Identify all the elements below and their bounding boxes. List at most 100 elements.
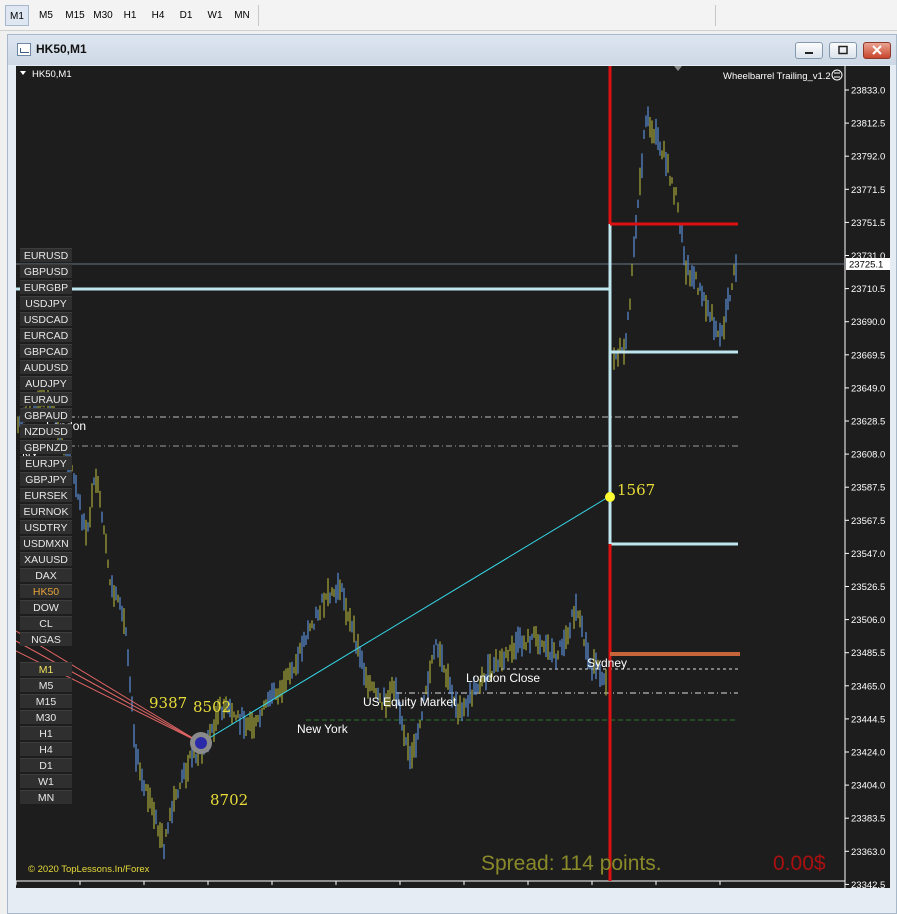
symbol-button-nzdusd[interactable]: NZDUSD <box>20 424 72 438</box>
restore-icon <box>838 45 848 55</box>
point-label-9387: 9387 <box>149 694 187 712</box>
chart-area[interactable]: 23833.0 23812.5 23792.0 23771.5 23751.5 23731… <box>16 66 890 888</box>
price-tick-label: 23444.5 <box>851 714 885 725</box>
minimize-icon <box>805 52 813 54</box>
symbol-button-eurcad[interactable]: EURCAD <box>20 328 72 342</box>
price-tick-label: 23792.0 <box>851 152 885 163</box>
price-tick-label: 23812.5 <box>851 119 885 130</box>
current-price-label: 23725.1 <box>849 260 883 271</box>
point-label-8702: 8702 <box>210 791 248 809</box>
tf-d1-button[interactable]: D1 <box>173 5 199 26</box>
close-icon <box>872 45 882 55</box>
chart-window-icon <box>17 43 31 56</box>
symbol-button-gbpcad[interactable]: GBPCAD <box>20 344 72 358</box>
symbol-button-usdjpy[interactable]: USDJPY <box>20 296 72 310</box>
symbol-button-usdcad[interactable]: USDCAD <box>20 312 72 326</box>
toolbar-separator <box>258 5 259 26</box>
symbol-button-eurjpy[interactable]: EURJPY <box>20 456 72 470</box>
indicator-close-icon-glyph <box>834 72 840 78</box>
timeframe-toolbar: M1 M5 M15 M30 H1 H4 D1 W1 MN <box>0 0 897 31</box>
price-tick-label: 23628.5 <box>851 417 885 428</box>
symbol-button-ngas[interactable]: NGAS <box>20 632 72 646</box>
point-label-8502: 8502 <box>193 698 231 716</box>
indicator-close-icon[interactable] <box>831 69 843 81</box>
window-title: HK50,M1 <box>36 42 87 56</box>
price-tick-label: 23506.0 <box>851 615 885 626</box>
tf-m30-button[interactable]: M30 <box>88 5 118 26</box>
chart-tf-button-mn[interactable]: MN <box>20 790 72 804</box>
symbol-button-cl[interactable]: CL <box>20 616 72 630</box>
symbol-button-euraud[interactable]: EURAUD <box>20 392 72 406</box>
symbol-button-audjpy[interactable]: AUDJPY <box>20 376 72 390</box>
price-tick-label: 23547.0 <box>851 549 885 560</box>
price-tick-label: 23424.0 <box>851 748 885 759</box>
price-chart-canvas[interactable]: 23833.023812.523792.023771.523751.523731… <box>16 66 890 888</box>
price-tick-label: 23567.5 <box>851 516 885 527</box>
price-tick-label: 23404.0 <box>851 781 885 792</box>
session-label-sydney: Sydney <box>587 656 627 670</box>
price-tick-label: 23587.5 <box>851 483 885 494</box>
anchor-point-inner <box>195 737 207 749</box>
price-tick-label: 23649.0 <box>851 383 885 394</box>
chart-shift-marker-icon[interactable] <box>674 66 682 71</box>
tf-m1-button[interactable]: M1 <box>5 5 29 26</box>
price-scale: 23833.023812.523792.023771.523751.523731… <box>845 86 885 888</box>
price-tick-label: 23669.5 <box>851 350 885 361</box>
restore-button[interactable] <box>829 42 857 59</box>
session-label-new-york: New York <box>297 722 349 736</box>
symbol-button-eurnok[interactable]: EURNOK <box>20 504 72 518</box>
price-tick-label: 23710.5 <box>851 284 885 295</box>
symbol-button-gbpaud[interactable]: GBPAUD <box>20 408 72 422</box>
minimize-button[interactable] <box>795 42 823 59</box>
yellow-point-marker <box>605 492 615 502</box>
chart-tf-button-m5[interactable]: M5 <box>20 678 72 692</box>
tf-h4-button[interactable]: H4 <box>145 5 171 26</box>
tf-m15-button[interactable]: M15 <box>60 5 90 26</box>
chart-tf-button-m30[interactable]: M30 <box>20 710 72 724</box>
session-label-us-equity: US Equity Market <box>363 695 457 709</box>
symbol-button-dax[interactable]: DAX <box>20 568 72 582</box>
chart-tf-button-m15[interactable]: M15 <box>20 694 72 708</box>
tf-mn-button[interactable]: MN <box>229 5 255 26</box>
tf-m5-button[interactable]: M5 <box>33 5 59 26</box>
chart-symbol-label: HK50,M1 <box>32 69 72 80</box>
chart-tf-button-d1[interactable]: D1 <box>20 758 72 772</box>
price-tick-label: 23485.5 <box>851 648 885 659</box>
price-tick-label: 23771.5 <box>851 185 885 196</box>
price-tick-label: 23690.0 <box>851 317 885 328</box>
spread-label: Spread: 114 points. <box>481 852 662 875</box>
tf-h1-button[interactable]: H1 <box>117 5 143 26</box>
chart-tf-button-h4[interactable]: H4 <box>20 742 72 756</box>
price-tick-label: 23465.0 <box>851 681 885 692</box>
price-tick-label: 23526.5 <box>851 582 885 593</box>
price-tick-label: 23363.0 <box>851 847 885 858</box>
chart-tf-button-m1[interactable]: M1 <box>20 662 72 676</box>
symbol-button-gbpjpy[interactable]: GBPJPY <box>20 472 72 486</box>
profit-label: 0.00$ <box>773 852 826 875</box>
indicator-name-label: Wheelbarrel Trailing_v1.2 <box>723 71 831 82</box>
chart-tf-button-w1[interactable]: W1 <box>20 774 72 788</box>
symbol-button-eurgbp[interactable]: EURGBP <box>20 280 72 294</box>
symbol-button-gbpusd[interactable]: GBPUSD <box>20 264 72 278</box>
chart-tf-button-h1[interactable]: H1 <box>20 726 72 740</box>
symbol-button-eurusd[interactable]: EURUSD <box>20 248 72 262</box>
price-tick-label: 23383.5 <box>851 814 885 825</box>
symbol-button-gbpnzd[interactable]: GBPNZD <box>20 440 72 454</box>
symbol-button-usdtry[interactable]: USDTRY <box>20 520 72 534</box>
window-titlebar[interactable]: HK50,M1 <box>8 35 896 65</box>
price-tick-label: 23342.5 <box>851 880 885 888</box>
toolbar-separator <box>715 5 716 26</box>
symbol-button-xauusd[interactable]: XAUUSD <box>20 552 72 566</box>
symbol-button-hk50[interactable]: HK50 <box>20 584 72 598</box>
symbol-button-eursek[interactable]: EURSEK <box>20 488 72 502</box>
session-label-london-close: London Close <box>466 671 540 685</box>
symbol-button-audusd[interactable]: AUDUSD <box>20 360 72 374</box>
time-scale: 4 May 20204 May 10:274 May 12:164 May 13… <box>16 881 721 885</box>
tf-w1-button[interactable]: W1 <box>201 5 229 26</box>
close-button[interactable] <box>863 42 891 59</box>
point-label-1567: 1567 <box>617 481 655 499</box>
chart-menu-triangle-icon[interactable] <box>20 71 26 75</box>
symbol-button-dow[interactable]: DOW <box>20 600 72 614</box>
symbol-button-usdmxn[interactable]: USDMXN <box>20 536 72 550</box>
price-tick-label: 23751.5 <box>851 218 885 229</box>
